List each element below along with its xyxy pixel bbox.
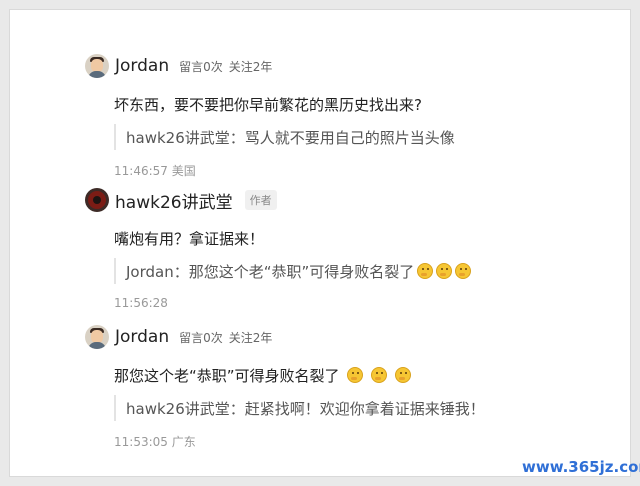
username[interactable]: Jordan xyxy=(115,56,169,76)
message-count: 留言0次 xyxy=(179,330,223,345)
quoted-reply: Jordan：那您这个老“恭职”可得身败名裂了 xyxy=(114,258,472,284)
comment-text-content: 那您这个老“恭职”可得身败名裂了 xyxy=(114,367,340,385)
comment-panel: Jordan 留言0次 关注2年 坏东西，要不要把你早前繁花的黑历史找出来? h… xyxy=(10,10,630,476)
site-watermark: www.365jz.com xyxy=(522,458,640,476)
quoted-reply-text: Jordan：那您这个老“恭职”可得身败名裂了 xyxy=(126,262,415,281)
thinking-emoji-icon xyxy=(394,367,411,383)
follow-duration: 关注2年 xyxy=(228,330,273,345)
comment-text: 坏东西，要不要把你早前繁花的黑历史找出来? xyxy=(114,96,422,114)
thinking-emoji-icon xyxy=(417,263,434,279)
quoted-reply-text: hawk26讲武堂：赶紧找啊！欢迎你拿着证据来锤我！ xyxy=(126,399,485,418)
thinking-emoji-icon xyxy=(371,367,388,383)
quoted-reply: hawk26讲武堂：赶紧找啊！欢迎你拿着证据来锤我！ xyxy=(114,395,485,421)
avatar[interactable] xyxy=(85,54,109,78)
timestamp: 11:46:57 美国 xyxy=(114,164,196,178)
username[interactable]: Jordan xyxy=(115,327,169,347)
comment-header: Jordan 留言0次 关注2年 xyxy=(85,50,278,82)
comment-header: Jordan 留言0次 关注2年 xyxy=(85,321,278,353)
avatar[interactable] xyxy=(85,188,109,212)
thinking-emoji-icon xyxy=(347,367,364,383)
comment-text: 嘴炮有用？拿证据来！ xyxy=(114,230,265,248)
thinking-emoji-icon xyxy=(436,263,453,279)
timestamp: 11:53:05 广东 xyxy=(114,435,196,449)
username[interactable]: hawk26讲武堂 xyxy=(115,188,233,213)
quoted-reply-text: hawk26讲武堂：骂人就不要用自己的照片当头像 xyxy=(126,128,455,147)
quoted-reply: hawk26讲武堂：骂人就不要用自己的照片当头像 xyxy=(114,124,455,150)
comment-header: hawk26讲武堂 作者 xyxy=(85,184,277,216)
comment-text: 那您这个老“恭职”可得身败名裂了 xyxy=(114,365,411,386)
avatar[interactable] xyxy=(85,325,109,349)
timestamp: 11:56:28 xyxy=(114,296,168,310)
message-count: 留言0次 xyxy=(179,59,223,74)
follow-duration: 关注2年 xyxy=(228,59,273,74)
thinking-emoji-icon xyxy=(455,263,472,279)
author-badge: 作者 xyxy=(244,190,277,210)
